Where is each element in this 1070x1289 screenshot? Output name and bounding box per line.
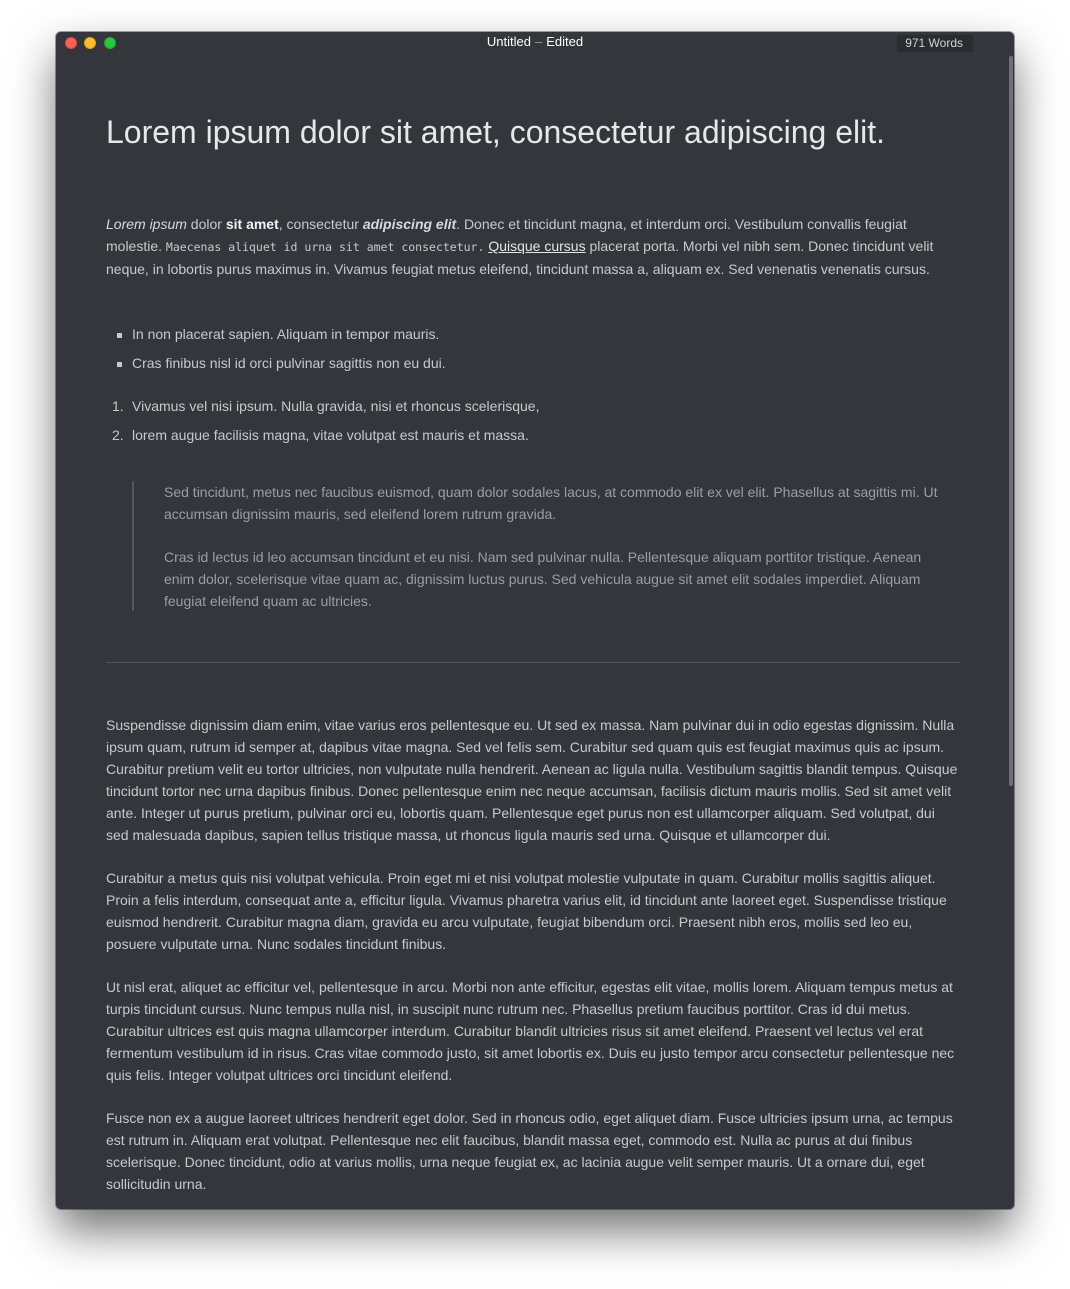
intro-paragraph[interactable]: Lorem ipsum dolor sit amet, consectetur …: [106, 213, 960, 280]
document-heading[interactable]: Lorem ipsum dolor sit amet, consectetur …: [106, 108, 885, 156]
list-item[interactable]: Cras finibus nisl id orci pulvinar sagit…: [106, 352, 960, 381]
list-item-text: lorem augue facilisis magna, vitae volut…: [132, 427, 529, 443]
list-number: 2.: [112, 427, 124, 443]
body-paragraph[interactable]: Suspendisse dignissim diam enim, vitae v…: [106, 714, 960, 846]
body-paragraph[interactable]: Ut nisl erat, aliquet ac efficitur vel, …: [106, 976, 960, 1086]
title-bar[interactable]: Untitled – Edited 971 Words: [56, 32, 1014, 54]
intro-bold-italic: adipiscing elit: [362, 216, 457, 232]
numbered-list: 1. Vivamus vel nisi ipsum. Nulla gravida,…: [106, 395, 960, 453]
bullet-list: In non placerat sapien. Aliquam in tempo…: [106, 323, 960, 381]
intro-italic: Lorem ipsum: [106, 216, 187, 232]
blockquote[interactable]: Sed tincidunt, metus nec faucibus euismo…: [132, 481, 960, 611]
intro-text-2: , consectetur: [278, 216, 363, 232]
list-item[interactable]: In non placerat sapien. Aliquam in tempo…: [106, 323, 960, 352]
list-item-text: Vivamus vel nisi ipsum. Nulla gravida, n…: [132, 398, 540, 414]
window-title: Untitled – Edited: [56, 34, 1014, 50]
editor-window: Untitled – Edited 971 Words Lorem ipsum do…: [56, 32, 1014, 1209]
horizontal-rule: [106, 662, 960, 663]
scrollbar-thumb[interactable]: [1009, 56, 1013, 786]
edited-status: Edited: [546, 34, 584, 49]
title-separator: –: [534, 34, 543, 49]
intro-bold: sit amet: [225, 216, 279, 232]
body-paragraph[interactable]: Fusce non ex a augue laoreet ultrices he…: [106, 1107, 960, 1195]
word-count-badge[interactable]: 971 Words: [897, 35, 973, 52]
intro-text-1: dolor: [186, 216, 226, 232]
list-number: 1.: [112, 398, 124, 414]
intro-link[interactable]: Quisque cursus: [488, 238, 585, 254]
list-item[interactable]: 1. Vivamus vel nisi ipsum. Nulla gravida,…: [106, 395, 960, 424]
quote-paragraph: Cras id lectus id leo accumsan tincidunt…: [164, 549, 922, 609]
inline-code: Maecenas aliquet id urna sit amet consec…: [165, 240, 485, 254]
quote-paragraph: Sed tincidunt, metus nec faucibus euismo…: [164, 484, 938, 522]
document-name[interactable]: Untitled: [487, 34, 531, 49]
body-paragraph[interactable]: Curabitur a metus quis nisi volutpat veh…: [106, 867, 960, 955]
list-item[interactable]: 2. lorem augue facilisis magna, vitae vol…: [106, 424, 960, 453]
